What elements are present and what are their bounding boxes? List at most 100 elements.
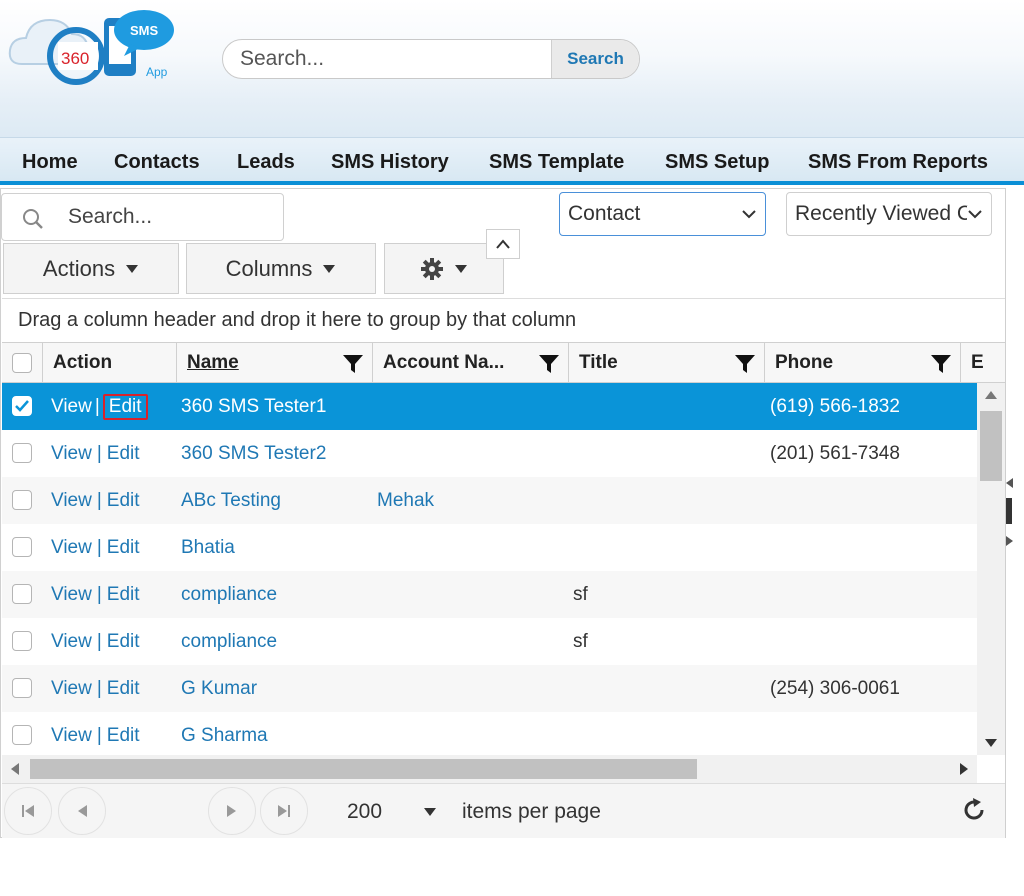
- app-logo[interactable]: 360 SMS App: [4, 4, 184, 86]
- header-name[interactable]: Name: [176, 343, 372, 383]
- table-row[interactable]: View | Edit 360 SMS Tester2 (201) 561-73…: [2, 430, 977, 477]
- contact-name-link[interactable]: G Sharma: [181, 712, 268, 755]
- contact-name-link[interactable]: 360 SMS Tester2: [181, 430, 326, 477]
- nav-sms-setup[interactable]: SMS Setup: [665, 151, 769, 174]
- edit-link[interactable]: Edit: [107, 443, 140, 465]
- header-account-name[interactable]: Account Na...: [372, 343, 568, 383]
- page-size-select[interactable]: 200: [335, 792, 455, 832]
- link-separator: |: [96, 489, 102, 511]
- view-link[interactable]: View: [51, 725, 92, 747]
- contact-name-link[interactable]: ABc Testing: [181, 477, 281, 524]
- header-phone[interactable]: Phone: [764, 343, 960, 383]
- page-size-value: 200: [347, 800, 383, 823]
- row-checkbox[interactable]: [12, 584, 32, 604]
- nav-home[interactable]: Home: [22, 151, 78, 174]
- row-checkbox[interactable]: [12, 631, 32, 651]
- chevron-down-icon: [967, 206, 983, 222]
- view-link[interactable]: View: [51, 490, 92, 512]
- row-checkbox[interactable]: [12, 537, 32, 557]
- contact-name-link[interactable]: Bhatia: [181, 524, 235, 571]
- refresh-icon[interactable]: [960, 796, 988, 824]
- nav-sms-history[interactable]: SMS History: [331, 151, 449, 174]
- table-header: Action Name Account Na... Title Phone E: [2, 342, 1005, 383]
- edit-link[interactable]: Edit: [107, 537, 140, 559]
- contact-name-link[interactable]: compliance: [181, 571, 277, 618]
- edit-link[interactable]: Edit: [107, 725, 140, 747]
- edit-link[interactable]: Edit: [107, 584, 140, 606]
- list-view-select-value: Recently Viewed C: [795, 202, 973, 225]
- filter-icon[interactable]: [734, 353, 756, 375]
- scroll-up-icon[interactable]: [985, 391, 997, 399]
- vertical-scroll-thumb[interactable]: [980, 411, 1002, 481]
- previous-page-button[interactable]: [58, 787, 106, 835]
- table-row[interactable]: View | Edit G Sharma: [2, 712, 977, 755]
- columns-button[interactable]: Columns: [186, 243, 376, 294]
- phone-cell: (201) 561-7348: [770, 442, 900, 464]
- view-link[interactable]: View: [51, 396, 92, 418]
- table-row[interactable]: View | Edit 360 SMS Tester1 (619) 566-18…: [2, 383, 977, 430]
- page-size-label: items per page: [462, 800, 601, 823]
- grid-search-input[interactable]: [58, 202, 268, 232]
- view-link[interactable]: View: [51, 678, 92, 700]
- phone-cell: (254) 306-0061: [770, 677, 900, 699]
- horizontal-scrollbar[interactable]: [2, 755, 977, 783]
- view-link[interactable]: View: [51, 584, 92, 606]
- nav-leads[interactable]: Leads: [237, 151, 295, 174]
- header-email[interactable]: E: [960, 343, 1005, 383]
- scroll-left-icon[interactable]: [11, 763, 19, 775]
- list-view-select[interactable]: Recently Viewed C: [786, 192, 992, 236]
- object-select[interactable]: Contact: [559, 192, 766, 236]
- table-row[interactable]: View | Edit compliance sf: [2, 571, 977, 618]
- view-link[interactable]: View: [51, 537, 92, 559]
- table-row[interactable]: View | Edit compliance sf: [2, 618, 977, 665]
- nav-contacts[interactable]: Contacts: [114, 151, 200, 174]
- collapse-toolbar-button[interactable]: [486, 229, 520, 259]
- nav-sms-template[interactable]: SMS Template: [489, 151, 624, 174]
- scroll-right-icon[interactable]: [960, 763, 968, 775]
- collapse-left-icon[interactable]: [1006, 478, 1014, 488]
- link-separator: |: [96, 677, 102, 699]
- view-link[interactable]: View: [51, 631, 92, 653]
- select-all-checkbox[interactable]: [12, 353, 32, 373]
- splitter-handle[interactable]: [1006, 498, 1012, 524]
- collapse-right-icon[interactable]: [1006, 536, 1014, 546]
- row-checkbox[interactable]: [12, 396, 32, 416]
- row-checkbox[interactable]: [12, 490, 32, 510]
- table-row[interactable]: View | Edit G Kumar (254) 306-0061: [2, 665, 977, 712]
- actions-button[interactable]: Actions: [3, 243, 179, 294]
- group-by-drop-area[interactable]: Drag a column header and drop it here to…: [2, 298, 1005, 342]
- contact-name-link[interactable]: compliance: [181, 618, 277, 665]
- global-search-input[interactable]: [223, 40, 553, 78]
- global-search-button[interactable]: Search: [551, 40, 639, 78]
- view-link[interactable]: View: [51, 443, 92, 465]
- first-page-button[interactable]: [4, 787, 52, 835]
- header-title[interactable]: Title: [568, 343, 764, 383]
- contact-name-link[interactable]: 360 SMS Tester1: [181, 383, 326, 430]
- row-checkbox[interactable]: [12, 725, 32, 745]
- row-checkbox[interactable]: [12, 678, 32, 698]
- vertical-scrollbar[interactable]: [977, 383, 1005, 755]
- horizontal-scroll-thumb[interactable]: [30, 759, 697, 779]
- filter-icon[interactable]: [342, 353, 364, 375]
- filter-icon[interactable]: [538, 353, 560, 375]
- table-row[interactable]: View | Edit ABc Testing Mehak: [2, 477, 977, 524]
- next-page-button[interactable]: [208, 787, 256, 835]
- edit-link[interactable]: Edit: [107, 631, 140, 653]
- account-name-link[interactable]: Mehak: [377, 477, 434, 524]
- nav-sms-from-reports[interactable]: SMS From Reports: [808, 151, 988, 174]
- filter-icon[interactable]: [930, 353, 952, 375]
- edit-link[interactable]: Edit: [102, 393, 148, 420]
- svg-text:SMS: SMS: [130, 23, 159, 38]
- title-cell: sf: [573, 630, 588, 652]
- last-page-button[interactable]: [260, 787, 308, 835]
- scroll-down-icon[interactable]: [985, 739, 997, 747]
- contact-name-link[interactable]: G Kumar: [181, 665, 257, 712]
- chevron-up-icon: [496, 239, 510, 249]
- svg-text:App: App: [146, 65, 168, 79]
- link-separator: |: [96, 724, 102, 746]
- table-row[interactable]: View | Edit Bhatia: [2, 524, 977, 571]
- edit-link[interactable]: Edit: [107, 678, 140, 700]
- edit-link[interactable]: Edit: [107, 490, 140, 512]
- row-checkbox[interactable]: [12, 443, 32, 463]
- caret-down-icon: [323, 264, 336, 273]
